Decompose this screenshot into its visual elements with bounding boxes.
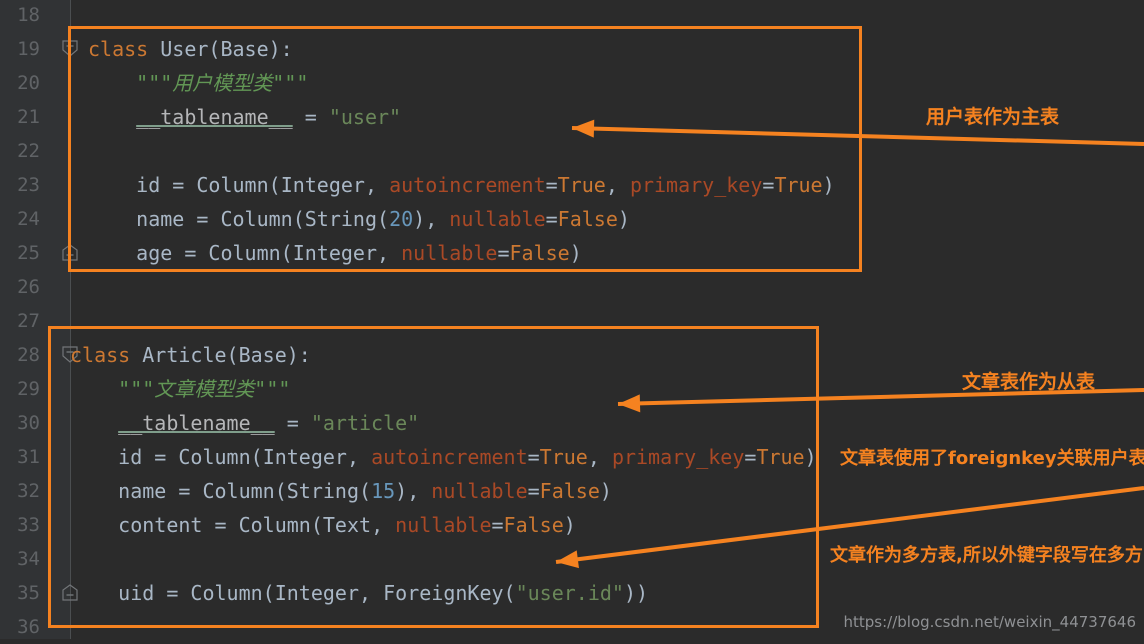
annotation-user-main-table: 用户表作为主表 [926,106,1060,128]
annotation-many-side: 文章作为多方表,所以外键字段写在多方 [830,545,1143,566]
annotation-foreignkey: 文章表使用了foreignkey关联用户表 [840,448,1144,469]
annotation-article-sub-table: 文章表作为从表 [962,371,1096,393]
csdn-watermark: https://blog.csdn.net/weixin_44737646 [843,613,1136,631]
code-editor[interactable]: 18 19 class User(Base): 20 """用户模型类""" 21 __… [0,0,1144,639]
